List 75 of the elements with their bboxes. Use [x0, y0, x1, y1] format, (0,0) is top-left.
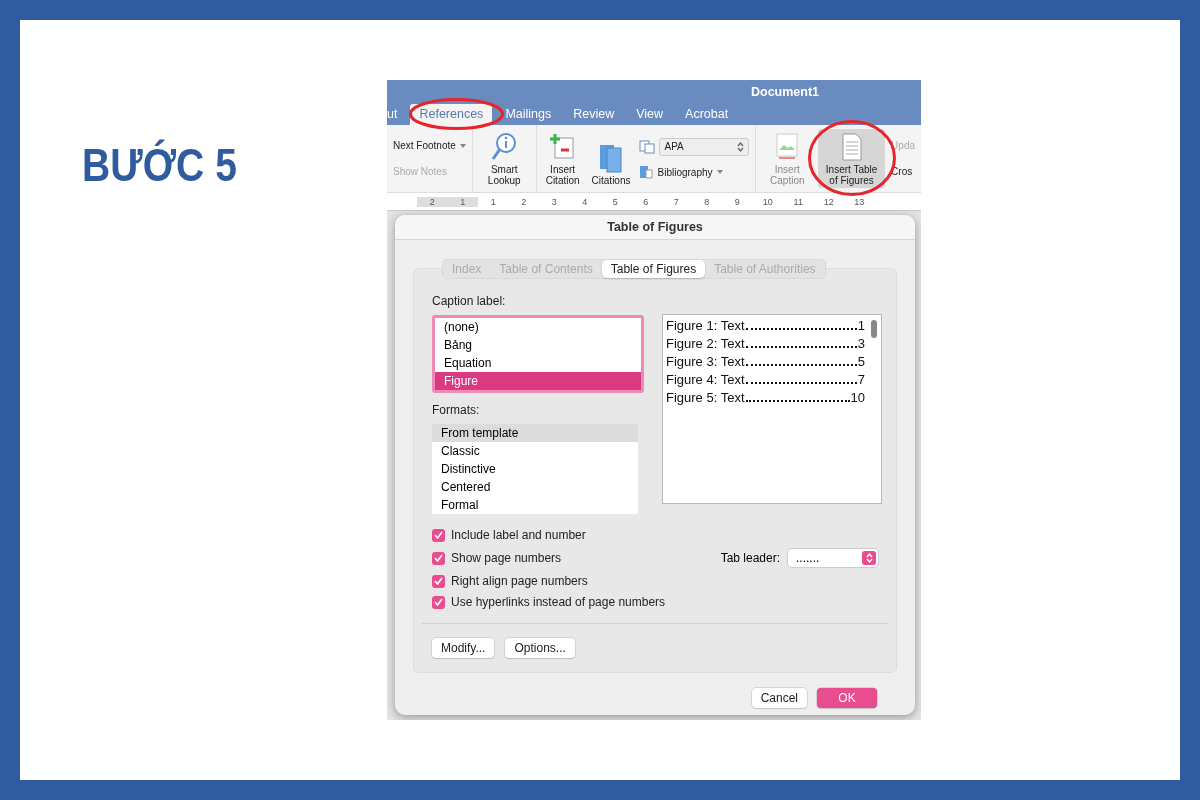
- list-item[interactable]: Bảng: [435, 336, 641, 354]
- ruler-number: 6: [642, 196, 650, 207]
- preview-entry: Figure 5: Text: [666, 390, 745, 405]
- ribbon-button[interactable]: Citations: [588, 129, 634, 188]
- ruler-number: 10: [761, 196, 774, 207]
- window-title: Document1: [751, 84, 820, 99]
- caption-label-heading: Caption label:: [432, 294, 507, 308]
- caret-icon: [459, 143, 466, 148]
- ribbon-button[interactable]: Smart Lookup: [478, 129, 530, 188]
- formats-heading: Formats:: [432, 403, 481, 417]
- dialog-button[interactable]: Options...: [505, 638, 575, 658]
- ruler-number: 7: [672, 196, 680, 207]
- magnifier-icon: [491, 132, 518, 162]
- preview-entry: Figure 4: Text: [666, 372, 745, 387]
- preview-entry: Figure 2: Text: [666, 336, 745, 351]
- menu-label: Bibliography: [657, 166, 713, 178]
- ruler-number: 12: [822, 196, 835, 207]
- stepper-icon: [737, 141, 745, 152]
- list-item[interactable]: Formal: [432, 496, 638, 514]
- checkmark-icon: [434, 531, 443, 539]
- page-number: 10: [850, 390, 865, 405]
- ruler-number: 8: [703, 196, 711, 207]
- dialog-title: Table of Figures: [395, 215, 915, 240]
- book-icon: [639, 165, 654, 180]
- dialog-button[interactable]: Modify...: [432, 638, 495, 658]
- preview-entry: Figure 3: Text: [666, 354, 745, 369]
- ruler-number: 1: [447, 196, 478, 207]
- checkmark-icon: [434, 554, 443, 562]
- ruler-number: 5: [611, 196, 619, 207]
- ruler-number: 3: [550, 196, 558, 207]
- ribbon-button[interactable]: Insert Table of Figures: [818, 129, 886, 188]
- ribbon-tab[interactable]: References: [410, 104, 493, 125]
- documents-icon: [639, 139, 656, 154]
- dialog-button[interactable]: OK: [817, 688, 877, 708]
- ruler-number: 13: [853, 196, 866, 207]
- list-item[interactable]: Equation: [435, 354, 641, 372]
- style-select[interactable]: APA: [659, 137, 750, 156]
- ruler-number: 2: [520, 196, 528, 207]
- page-number: 5: [857, 354, 865, 369]
- ruler-number: 9: [733, 196, 741, 207]
- list-item[interactable]: Centered: [432, 478, 638, 496]
- ruler-number: 2: [417, 196, 448, 207]
- checkbox[interactable]: Right align page numbers: [432, 574, 588, 588]
- page-number: 3: [857, 336, 865, 351]
- ruler-number: 4: [581, 196, 589, 207]
- document-plus-icon: [548, 132, 577, 162]
- checkbox[interactable]: Show page numbers: [432, 551, 562, 565]
- page-number: 1: [857, 318, 865, 333]
- ruler-number: 1: [489, 196, 497, 207]
- checkmark-icon: [434, 598, 443, 606]
- checkmark-icon: [434, 577, 443, 585]
- list-item[interactable]: Classic: [432, 442, 638, 460]
- tab-leader-select[interactable]: .......: [788, 549, 878, 567]
- checkbox-box[interactable]: [432, 574, 445, 588]
- dialog-tab[interactable]: Table of Figures: [601, 260, 706, 278]
- checkbox-box[interactable]: [432, 595, 445, 609]
- tab-leader-label: Tab leader:: [720, 551, 780, 565]
- dialog-button[interactable]: Cancel: [751, 688, 807, 708]
- preview-entry: Figure 1: Text: [666, 318, 745, 333]
- caret-icon: [716, 170, 723, 175]
- checkbox[interactable]: Use hyperlinks instead of page numbers: [432, 595, 666, 609]
- stepper-icon: [865, 553, 873, 563]
- list-item[interactable]: (none): [435, 318, 641, 336]
- ribbon-button[interactable]: Insert Citation: [542, 129, 583, 188]
- list-item[interactable]: Distinctive: [432, 460, 638, 478]
- list-item[interactable]: From template: [432, 424, 638, 442]
- ribbon-menu-button[interactable]: Bibliography: [639, 165, 750, 180]
- ruler-number: 11: [792, 196, 804, 207]
- checkbox-box[interactable]: [432, 528, 445, 542]
- scroll-thumb[interactable]: [871, 320, 877, 338]
- list-item[interactable]: Figure: [435, 372, 641, 390]
- step-heading: BƯỚC 5: [82, 138, 238, 192]
- page-number: 7: [857, 372, 865, 387]
- checkbox-box[interactable]: [432, 551, 445, 565]
- checkbox[interactable]: Include label and number: [432, 528, 586, 542]
